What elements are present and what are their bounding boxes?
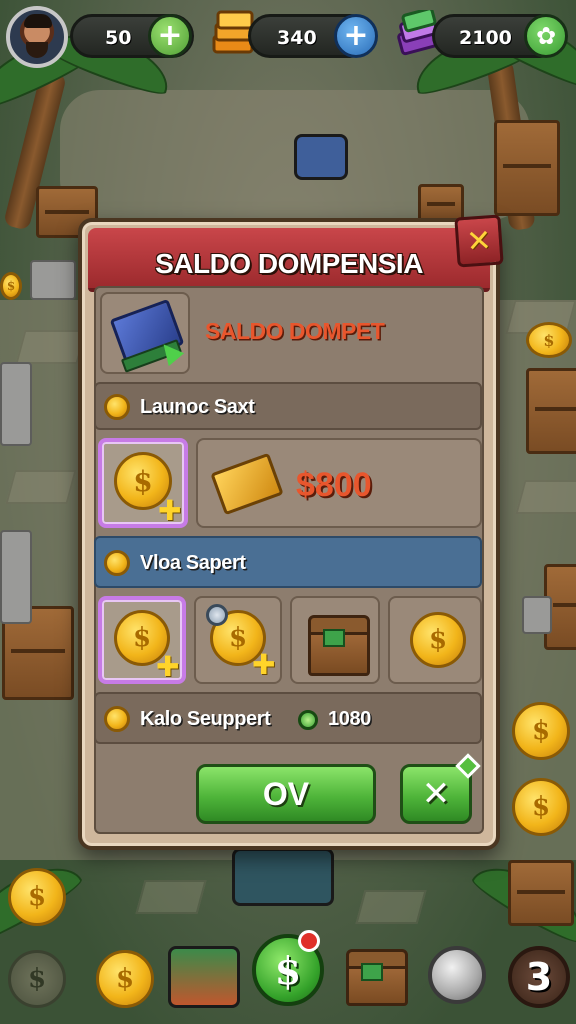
add-cash-button[interactable]: + <box>334 14 378 58</box>
coin-icon <box>104 550 130 576</box>
wooden-shed <box>526 368 576 454</box>
coin-pickup[interactable]: $ <box>526 322 572 358</box>
dollar-coin-stack-icon: $ <box>410 612 466 668</box>
price-value: $800 <box>296 466 372 504</box>
section-header-3: Kalo Seuppert 1080 <box>94 692 482 744</box>
gem-shop-button[interactable]: ✿ <box>524 14 568 58</box>
close-dialog-button[interactable]: ✕ <box>454 214 504 268</box>
gold-ticket-icon <box>210 452 284 516</box>
sparkle-icon: ✚ <box>156 650 180 683</box>
sparkle-icon: ✚ <box>252 648 276 681</box>
wooden-watchtower <box>494 120 560 216</box>
reward-slot-4[interactable]: $ <box>388 596 482 684</box>
coin-icon <box>104 706 130 732</box>
coin-shop-button[interactable]: $ <box>96 950 154 1008</box>
coin-stack-pickup[interactable]: $ <box>8 868 66 926</box>
coin-pickup[interactable]: $ <box>0 272 22 300</box>
search-icon[interactable] <box>428 946 486 1004</box>
gems-value: 2100 <box>459 27 512 49</box>
notification-dot <box>298 930 320 952</box>
coin-reward-slot-selected[interactable]: $ ✚ <box>98 438 188 528</box>
reward-slot-2[interactable]: $ ✚ <box>194 596 282 684</box>
dialog-subtitle: SALDO DOMPET <box>205 318 385 344</box>
price-panel[interactable]: $800 <box>196 438 482 528</box>
ok-button[interactable]: OV <box>196 764 376 824</box>
coin-stack-pickup[interactable]: $ <box>512 778 570 836</box>
sparkle-icon: ✚ <box>158 494 182 527</box>
section-3-label: Kalo Seuppert <box>140 708 271 730</box>
supply-crate-pickup[interactable] <box>508 860 574 926</box>
section-2-label: Vloa Sapert <box>140 552 246 574</box>
cancel-button[interactable]: ✕ <box>400 753 481 824</box>
cash-value: 340 <box>277 27 317 49</box>
rock <box>30 260 76 300</box>
lives-value: 50 <box>105 27 132 49</box>
stone-pillar <box>0 362 32 446</box>
silver-coin-icon <box>206 604 228 626</box>
blue-truck <box>232 848 334 906</box>
wallet-item-slot[interactable] <box>100 292 190 374</box>
close-icon: ✕ <box>465 222 493 260</box>
reward-slot-3[interactable] <box>290 596 380 684</box>
dialog-title-banner: SALDO DOMPENSIA <box>88 228 490 292</box>
section-header-2: Vloa Sapert <box>94 536 482 588</box>
level-badge[interactable]: 3 <box>508 946 570 1008</box>
inventory-chest-button[interactable] <box>346 949 408 1006</box>
coin-stack-pickup[interactable]: $ <box>512 702 570 760</box>
supply-chest-icon <box>308 615 370 676</box>
coin-icon <box>104 394 130 420</box>
blue-jeep <box>294 134 348 180</box>
section-1-label: Launoc Saxt <box>140 396 255 418</box>
green-gem-icon <box>298 710 318 730</box>
section-3-value: 1080 <box>328 708 371 730</box>
rock <box>522 596 552 634</box>
dialog-title: SALDO DOMPENSIA <box>155 248 423 279</box>
player-avatar[interactable] <box>6 6 68 68</box>
add-lives-button[interactable]: + <box>148 14 192 58</box>
section-header-1: Launoc Saxt <box>94 382 482 430</box>
close-icon: ✕ <box>421 774 451 814</box>
vehicle-button[interactable] <box>168 946 240 1008</box>
stone-pillar <box>0 530 32 624</box>
disabled-coin-button[interactable]: $ <box>8 950 66 1008</box>
reward-slot-1[interactable]: $ ✚ <box>98 596 186 684</box>
